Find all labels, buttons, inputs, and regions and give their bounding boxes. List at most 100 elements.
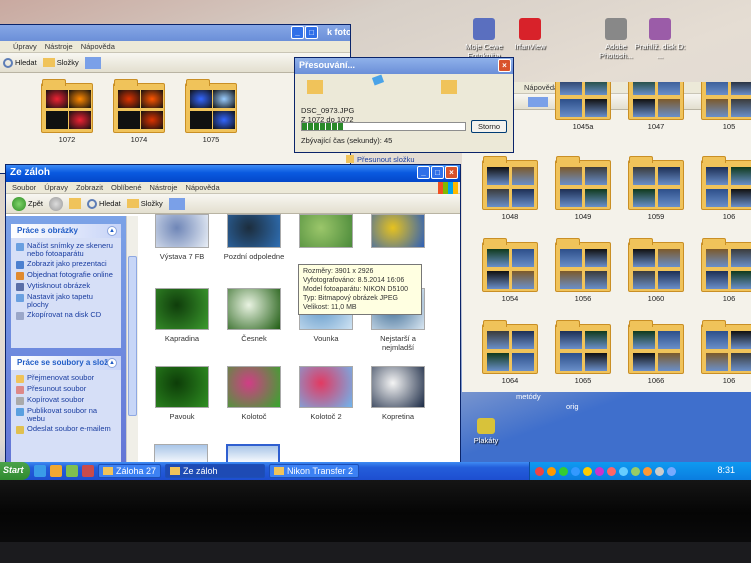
search-button[interactable]: Hledat <box>3 57 37 68</box>
tray-icon[interactable] <box>619 466 628 476</box>
back-window-titlebar[interactable]: k foto _ □ <box>0 25 350 41</box>
tray-icon[interactable] <box>559 466 568 476</box>
menu-favorites[interactable]: Oblíbené <box>111 183 141 192</box>
vertical-scrollbar[interactable] <box>126 216 138 463</box>
move-cancel-button[interactable]: Storno <box>471 120 507 133</box>
folder-item[interactable]: 1047 <box>628 82 684 131</box>
task-ze-zaloh[interactable]: Ze záloh <box>165 464 266 478</box>
photo-task-link[interactable]: Načíst snímky ze skeneru nebo fotoaparát… <box>11 241 121 259</box>
minimize-button[interactable]: _ <box>417 166 430 179</box>
folder-item[interactable]: 1065 <box>555 320 611 385</box>
image-thumbnail[interactable] <box>292 214 360 252</box>
tray-icon[interactable] <box>655 466 664 476</box>
folder-item[interactable]: 1064 <box>482 320 538 385</box>
menu-tools[interactable]: Nástroje <box>45 42 73 51</box>
tray-icon[interactable] <box>595 466 604 476</box>
maximize-button[interactable]: □ <box>305 26 318 39</box>
image-thumbnail[interactable]: Kolotoč 2 <box>292 366 360 421</box>
tray-icon[interactable] <box>535 466 544 476</box>
folder-item[interactable]: 1059 <box>628 156 684 221</box>
menu-help[interactable]: Nápověda <box>81 42 115 51</box>
back-button[interactable]: Zpět <box>12 196 43 211</box>
forward-button[interactable] <box>49 196 64 211</box>
search-button[interactable]: Hledat <box>87 198 121 209</box>
move-folder-task[interactable]: Přesunout složku <box>346 155 415 164</box>
folder-item[interactable]: 106 <box>701 238 751 303</box>
start-button[interactable]: Start <box>0 462 30 480</box>
image-thumbnail[interactable]: Česnek <box>220 288 288 343</box>
move-dialog-titlebar[interactable]: Přesouvání... × <box>295 58 513 74</box>
file-task-link[interactable]: Publikovat soubor na webu <box>11 406 121 424</box>
folder-item[interactable]: 1054 <box>482 238 538 303</box>
folder-item[interactable]: 1045a <box>555 82 611 131</box>
tray-icon[interactable] <box>571 466 580 476</box>
clock[interactable]: 8:31 <box>717 465 735 475</box>
quicklaunch-media-icon[interactable] <box>50 465 62 477</box>
quicklaunch-desktop-icon[interactable] <box>66 465 78 477</box>
file-tasks-header[interactable]: Práce se soubory a slož ▲ <box>11 356 121 370</box>
minimize-button[interactable]: _ <box>291 26 304 39</box>
maximize-button[interactable]: □ <box>431 166 444 179</box>
menu-edit[interactable]: Úpravy <box>44 183 68 192</box>
folder-item[interactable]: 1072 <box>41 79 93 144</box>
folder-item[interactable]: 1056 <box>555 238 611 303</box>
collapse-chevron-icon[interactable]: ▲ <box>107 358 117 368</box>
quicklaunch-explorer-icon[interactable] <box>82 465 94 477</box>
quicklaunch-ie-icon[interactable] <box>34 465 46 477</box>
image-thumbnail[interactable]: Kapradina <box>148 288 216 343</box>
image-thumbnail[interactable]: Pozdní odpoledne <box>220 214 288 261</box>
views-icon[interactable] <box>168 197 185 210</box>
menu-tools[interactable]: Nástroje <box>150 183 178 192</box>
menu-help[interactable]: Nápověda <box>185 183 219 192</box>
desktop-icon-plakaty[interactable]: Plakáty <box>458 418 514 445</box>
photo-tasks-header[interactable]: Práce s obrázky ▲ <box>11 224 121 238</box>
tray-icon[interactable] <box>631 466 640 476</box>
folder-item[interactable]: 1049 <box>555 156 611 221</box>
photo-task-link[interactable]: Nastavit jako tapetu plochy <box>11 292 121 310</box>
menu-view[interactable]: Zobrazit <box>76 183 103 192</box>
photo-task-link[interactable]: Zobrazit jako prezentaci <box>11 259 121 270</box>
file-task-link[interactable]: Kopírovat soubor <box>11 395 121 406</box>
photo-task-link[interactable]: Objednat fotografie online <box>11 270 121 281</box>
tray-icon[interactable] <box>643 466 652 476</box>
folder-item[interactable]: 1074 <box>113 79 165 144</box>
photo-task-link[interactable]: Zkopírovat na disk CD <box>11 310 121 321</box>
image-thumbnail[interactable]: Kopretina <box>364 366 432 421</box>
tray-icon[interactable] <box>607 466 616 476</box>
file-task-link[interactable]: Přesunout soubor <box>11 384 121 395</box>
views-icon[interactable] <box>528 96 548 107</box>
menu-file[interactable]: Soubor <box>12 183 36 192</box>
file-task-link[interactable]: Přejmenovat soubor <box>11 373 121 384</box>
desktop-icon-irfanview[interactable]: IrfanView <box>502 18 558 51</box>
file-task-link[interactable]: Odeslat soubor e-mailem <box>11 424 121 435</box>
folder-item[interactable]: 1066 <box>628 320 684 385</box>
folders-button[interactable]: Složky <box>126 199 163 208</box>
close-button[interactable]: × <box>445 166 458 179</box>
close-button[interactable]: × <box>498 59 511 72</box>
menu-help[interactable]: Nápověda <box>524 83 558 92</box>
image-thumbnail[interactable] <box>364 214 432 252</box>
image-thumbnail[interactable]: Pavouk <box>148 366 216 421</box>
tray-icon[interactable] <box>547 466 556 476</box>
folder-item[interactable]: 105 <box>701 82 751 131</box>
desktop-icon-disk-d[interactable]: Prahlíž. disk D: ... <box>632 18 688 60</box>
tray-icon[interactable] <box>583 466 592 476</box>
tray-icon[interactable] <box>667 466 676 476</box>
folder-item[interactable]: 106 <box>701 320 751 385</box>
folder-item[interactable]: 1048 <box>482 156 538 221</box>
menu-edit[interactable]: Úpravy <box>13 42 37 51</box>
scrollbar-thumb[interactable] <box>128 256 137 416</box>
folders-button[interactable]: Složky <box>42 58 79 67</box>
up-folder-icon[interactable] <box>69 198 82 209</box>
image-thumbnail[interactable]: Výstava 7 FB <box>148 214 216 261</box>
folder-item[interactable]: 106 <box>701 156 751 221</box>
task-zaloha-27[interactable]: Záloha 27 <box>98 464 162 478</box>
folder-item[interactable]: 1075 <box>185 79 237 144</box>
photo-task-link[interactable]: Vytisknout obrázek <box>11 281 121 292</box>
main-window-titlebar[interactable]: Ze záloh _ □ × <box>6 165 460 182</box>
collapse-chevron-icon[interactable]: ▲ <box>107 226 117 236</box>
image-thumbnail[interactable]: Kolotoč <box>220 366 288 421</box>
task-nikon-transfer[interactable]: Nikon Transfer 2 <box>269 464 360 478</box>
folder-item[interactable]: 1060 <box>628 238 684 303</box>
views-icon[interactable] <box>84 56 101 69</box>
